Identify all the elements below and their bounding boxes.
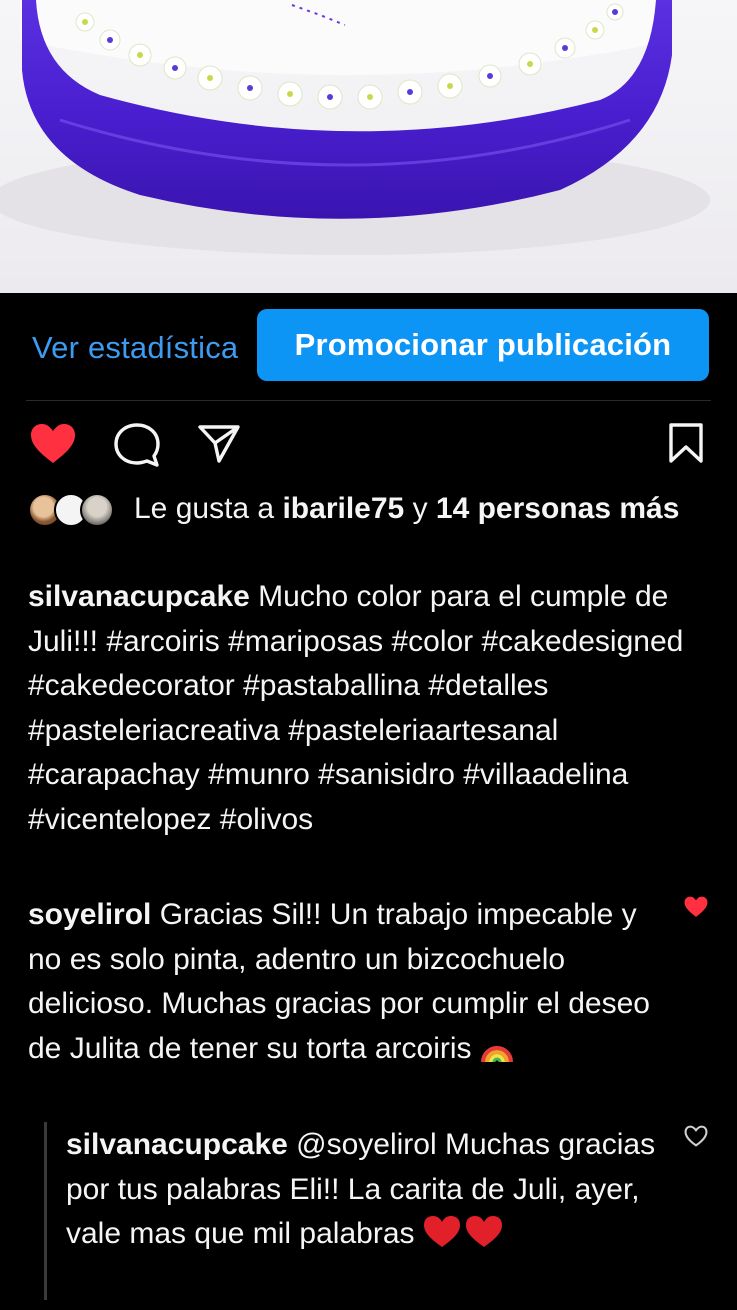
liker-username[interactable]: ibarile75 [282,492,404,525]
divider [26,400,711,401]
comment-username[interactable]: soyelirol [28,898,151,931]
reply-username[interactable]: silvanacupcake [66,1128,288,1161]
caption-text: Mucho color para el cumple de Juli!!! #a… [28,580,684,836]
red-hearts-emoji-icon [423,1215,503,1263]
rainbow-emoji-icon [480,1033,514,1078]
post-photo[interactable] [0,0,737,293]
likes-text: Le gusta a ibarile75 y 14 personas más [134,492,680,525]
avatar [80,493,114,527]
bookmark-icon[interactable] [668,423,704,463]
caption-username[interactable]: silvanacupcake [28,580,250,613]
send-icon[interactable] [198,424,240,464]
others-count[interactable]: 14 personas más [436,492,679,525]
post-caption: silvanacupcake Mucho color para el cumpl… [28,575,708,842]
reply-thread-line [44,1122,47,1300]
comment: soyelirol Gracias Sil!! Un trabajo impec… [28,893,668,1077]
reply-like-heart-outline-icon[interactable] [684,1125,708,1147]
comment-icon[interactable] [114,423,160,467]
comment-like-heart-filled-icon[interactable] [684,896,708,918]
view-stats-link[interactable]: Ver estadística [32,330,238,366]
liker-avatars [28,493,123,529]
reply-comment: silvanacupcake @soyelirol Muchas gracias… [66,1123,676,1263]
promote-post-button[interactable]: Promocionar publicación [257,309,709,381]
heart-filled-icon[interactable] [30,423,76,465]
